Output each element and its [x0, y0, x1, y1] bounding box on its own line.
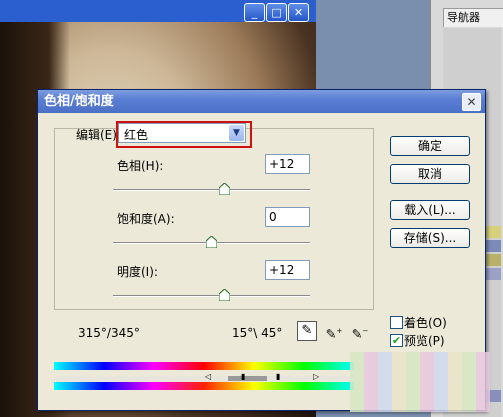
eyedropper-plus-icon[interactable]: ✎+	[325, 322, 343, 342]
watermark-blur	[350, 352, 490, 412]
preview-label: 预览(P)	[404, 334, 445, 348]
range-handle[interactable]: ▮	[276, 372, 282, 382]
colorize-checkbox[interactable]	[390, 316, 403, 329]
eyedropper-icon[interactable]: ✎	[297, 321, 317, 341]
lightness-label: 明度(I):	[117, 265, 158, 279]
tab-navigator[interactable]: 导航器	[443, 8, 503, 27]
range-selected[interactable]	[228, 376, 267, 381]
dropdown-arrow-icon[interactable]: ▼	[229, 125, 244, 141]
range-right-readout: 15°\ 45°	[232, 326, 283, 340]
dialog-titlebar[interactable]: 色相/饱和度 ✕	[38, 90, 485, 113]
dialog-title: 色相/饱和度	[44, 94, 114, 109]
hue-input[interactable]: +12	[265, 154, 310, 174]
saturation-label: 饱和度(A):	[117, 212, 175, 226]
range-strip[interactable]	[54, 376, 354, 381]
slider-thumb-icon[interactable]	[206, 236, 217, 248]
settings-group	[54, 128, 374, 310]
close-icon[interactable]: ✕	[288, 3, 309, 22]
result-color-bar	[54, 382, 354, 390]
range-handle[interactable]: ▷	[313, 372, 319, 382]
preview-checkbox[interactable]: ✔	[390, 334, 403, 347]
lightness-input[interactable]: +12	[265, 260, 310, 280]
range-handle[interactable]: ◁	[205, 372, 211, 382]
minimize-icon[interactable]: _	[244, 3, 265, 22]
source-color-bar	[54, 362, 354, 370]
slider-thumb-icon[interactable]	[219, 289, 230, 301]
maximize-icon[interactable]: □	[266, 3, 287, 22]
slider-thumb-icon[interactable]	[219, 183, 230, 195]
edit-label: 编辑(E):	[76, 128, 121, 142]
close-icon[interactable]: ✕	[462, 93, 481, 111]
hue-slider-track[interactable]	[113, 189, 310, 191]
edit-channel-select[interactable]: 红色 ▼	[118, 123, 246, 143]
edit-channel-value: 红色	[124, 128, 149, 142]
hue-label: 色相(H):	[117, 159, 164, 173]
ok-button[interactable]: 确定	[390, 136, 470, 156]
range-handle[interactable]: ▮	[241, 372, 247, 382]
range-left-readout: 315°/345°	[78, 326, 140, 340]
eyedropper-minus-icon[interactable]: ✎−	[351, 322, 369, 342]
load-button[interactable]: 载入(L)...	[390, 200, 470, 220]
saturation-input[interactable]: 0	[265, 207, 310, 227]
colorize-label: 着色(O)	[404, 316, 447, 330]
checkbox-check-icon: ✔	[391, 334, 402, 347]
lightness-slider-track[interactable]	[113, 295, 310, 297]
cancel-button[interactable]: 取消	[390, 164, 470, 184]
save-button[interactable]: 存储(S)...	[390, 228, 470, 248]
